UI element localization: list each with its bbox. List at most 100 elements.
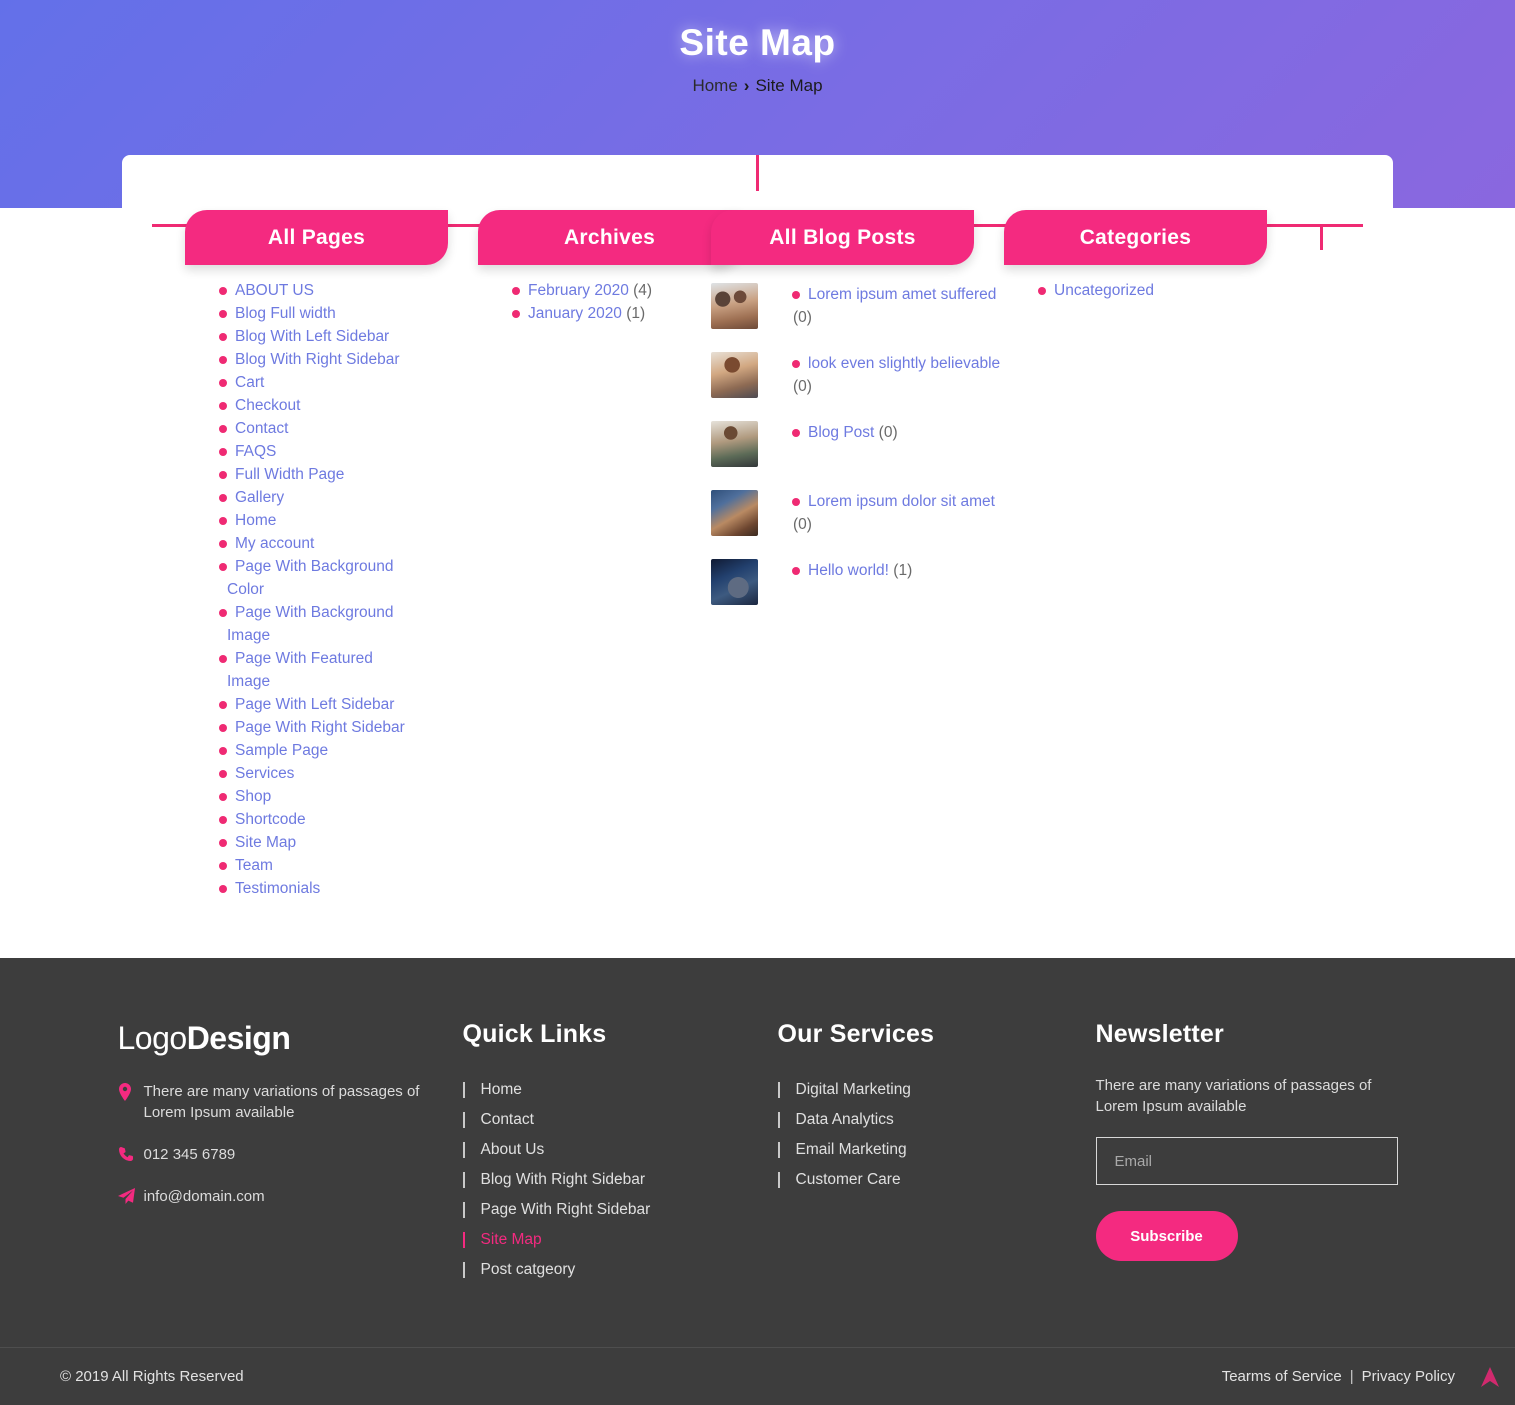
- footer-legal-links: Tearms of Service | Privacy Policy: [1222, 1368, 1455, 1385]
- quick-link-label: About Us: [480, 1141, 545, 1158]
- breadcrumb-home-link[interactable]: Home: [692, 76, 737, 95]
- tick-icon: [777, 1142, 780, 1158]
- footer-phone-row[interactable]: 012 345 6789: [118, 1144, 433, 1165]
- archive-link[interactable]: February 2020: [528, 282, 629, 299]
- bullet-icon: [219, 332, 227, 341]
- page-link[interactable]: ABOUT US: [235, 282, 314, 299]
- quick-link-item[interactable]: About Us: [462, 1135, 778, 1165]
- quick-link-item-active[interactable]: Site Map: [462, 1225, 778, 1255]
- list-item[interactable]: FAQS: [122, 440, 415, 463]
- bullet-icon: [219, 792, 227, 801]
- list-item[interactable]: My account: [122, 532, 415, 555]
- page-link[interactable]: Page With Right Sidebar: [235, 719, 405, 736]
- list-item[interactable]: Page With Left Sidebar: [122, 693, 415, 716]
- post-link[interactable]: Lorem ipsum dolor sit amet: [808, 493, 995, 510]
- service-item[interactable]: Email Marketing: [777, 1135, 1096, 1165]
- list-item[interactable]: Uncategorized: [1001, 279, 1294, 302]
- footer-phone-text: 012 345 6789: [143, 1146, 236, 1163]
- list-item[interactable]: Team: [122, 854, 415, 877]
- list-item[interactable]: Testimonials: [122, 877, 415, 900]
- list-item[interactable]: Full Width Page: [122, 463, 415, 486]
- page-link[interactable]: Checkout: [235, 397, 300, 414]
- page-link[interactable]: Blog With Left Sidebar: [235, 328, 389, 345]
- post-link[interactable]: Blog Post: [808, 424, 874, 441]
- service-item[interactable]: Digital Marketing: [777, 1075, 1096, 1105]
- post-link[interactable]: look even slightly believable: [808, 355, 1000, 372]
- list-item[interactable]: January 2020 (1): [415, 302, 708, 325]
- list-item[interactable]: Contact: [122, 417, 415, 440]
- page-link[interactable]: Team: [235, 857, 273, 874]
- page-link[interactable]: Home: [235, 512, 276, 529]
- page-link[interactable]: Shop: [235, 788, 271, 805]
- sitemap-card-top: [0, 155, 1515, 251]
- page-link[interactable]: Shortcode: [235, 811, 306, 828]
- tick-icon: [777, 1112, 780, 1128]
- quick-link-item[interactable]: Contact: [462, 1105, 778, 1135]
- post-link[interactable]: Lorem ipsum amet suffered: [808, 286, 996, 303]
- list-item[interactable]: Page With Right Sidebar: [122, 716, 415, 739]
- page-link[interactable]: Contact: [235, 420, 288, 437]
- footer-address-row: There are many variations of passages of…: [118, 1081, 433, 1123]
- archive-link[interactable]: January 2020: [528, 305, 622, 322]
- page-link[interactable]: Services: [235, 765, 294, 782]
- sitemap-page: Site Map Home › Site Map All Pages ABOUT U…: [0, 0, 1515, 1405]
- bullet-icon: [219, 447, 227, 456]
- list-item[interactable]: Page With Background Image: [122, 601, 415, 647]
- list-item[interactable]: February 2020 (4): [415, 279, 708, 302]
- list-item[interactable]: Hello world! (1): [708, 559, 1001, 617]
- footer-logo[interactable]: LogoDesign: [118, 1020, 433, 1057]
- subscribe-button[interactable]: Subscribe: [1095, 1211, 1238, 1261]
- list-item[interactable]: ABOUT US: [122, 279, 415, 302]
- list-item[interactable]: Services: [122, 762, 415, 785]
- list-item[interactable]: Blog Post (0): [708, 421, 1001, 479]
- page-link[interactable]: Page With Background Color: [227, 558, 394, 598]
- list-item[interactable]: Home: [122, 509, 415, 532]
- list-item[interactable]: Blog With Right Sidebar: [122, 348, 415, 371]
- page-link[interactable]: FAQS: [235, 443, 276, 460]
- page-link[interactable]: Page With Background Image: [227, 604, 394, 644]
- page-link[interactable]: Blog Full width: [235, 305, 336, 322]
- page-link[interactable]: Full Width Page: [235, 466, 344, 483]
- services-title: Our Services: [777, 1020, 935, 1048]
- list-item[interactable]: Site Map: [122, 831, 415, 854]
- footer-email-row[interactable]: info@domain.com: [117, 1186, 433, 1207]
- list-item[interactable]: Cart: [122, 371, 415, 394]
- list-item[interactable]: Page With Featured Image: [122, 647, 415, 693]
- page-link[interactable]: Sample Page: [235, 742, 328, 759]
- page-link[interactable]: Page With Left Sidebar: [235, 696, 394, 713]
- category-link[interactable]: Uncategorized: [1054, 282, 1154, 299]
- service-item[interactable]: Customer Care: [777, 1165, 1096, 1195]
- list-item[interactable]: Gallery: [122, 486, 415, 509]
- list-item[interactable]: Checkout: [122, 394, 415, 417]
- quick-link-item[interactable]: Page With Right Sidebar: [462, 1195, 778, 1225]
- list-item[interactable]: Lorem ipsum dolor sit amet (0): [708, 490, 1001, 548]
- page-link[interactable]: Site Map: [235, 834, 296, 851]
- terms-of-service-link[interactable]: Tearms of Service: [1222, 1368, 1342, 1385]
- list-item[interactable]: Shortcode: [122, 808, 415, 831]
- scroll-to-top-button[interactable]: [1477, 1364, 1503, 1390]
- list-item[interactable]: Blog Full width: [122, 302, 415, 325]
- list-item[interactable]: Page With Background Color: [122, 555, 415, 601]
- list-item[interactable]: Sample Page: [122, 739, 415, 762]
- quick-link-item[interactable]: Home: [462, 1075, 778, 1105]
- service-item[interactable]: Data Analytics: [777, 1105, 1096, 1135]
- list-item[interactable]: look even slightly believable (0): [708, 352, 1001, 410]
- archive-count: (4): [633, 282, 653, 299]
- page-link[interactable]: Page With Featured Image: [227, 650, 373, 690]
- quick-link-item[interactable]: Post catgeory: [462, 1255, 778, 1285]
- footer-bottom-bar: © 2019 All Rights Reserved Tearms of Ser…: [0, 1347, 1515, 1405]
- page-link[interactable]: Testimonials: [235, 880, 320, 897]
- page-link[interactable]: Cart: [235, 374, 264, 391]
- list-item[interactable]: Blog With Left Sidebar: [122, 325, 415, 348]
- post-link[interactable]: Hello world!: [808, 562, 889, 579]
- copyright-text: © 2019 All Rights Reserved: [60, 1368, 244, 1385]
- email-field[interactable]: [1095, 1137, 1398, 1185]
- page-link[interactable]: My account: [235, 535, 314, 552]
- list-item[interactable]: Lorem ipsum amet suffered (0): [708, 283, 1001, 341]
- page-link[interactable]: Gallery: [235, 489, 284, 506]
- quick-link-item[interactable]: Blog With Right Sidebar: [462, 1165, 778, 1195]
- post-comment-count: (1): [893, 562, 913, 579]
- list-item[interactable]: Shop: [122, 785, 415, 808]
- privacy-policy-link[interactable]: Privacy Policy: [1362, 1368, 1455, 1385]
- page-link[interactable]: Blog With Right Sidebar: [235, 351, 400, 368]
